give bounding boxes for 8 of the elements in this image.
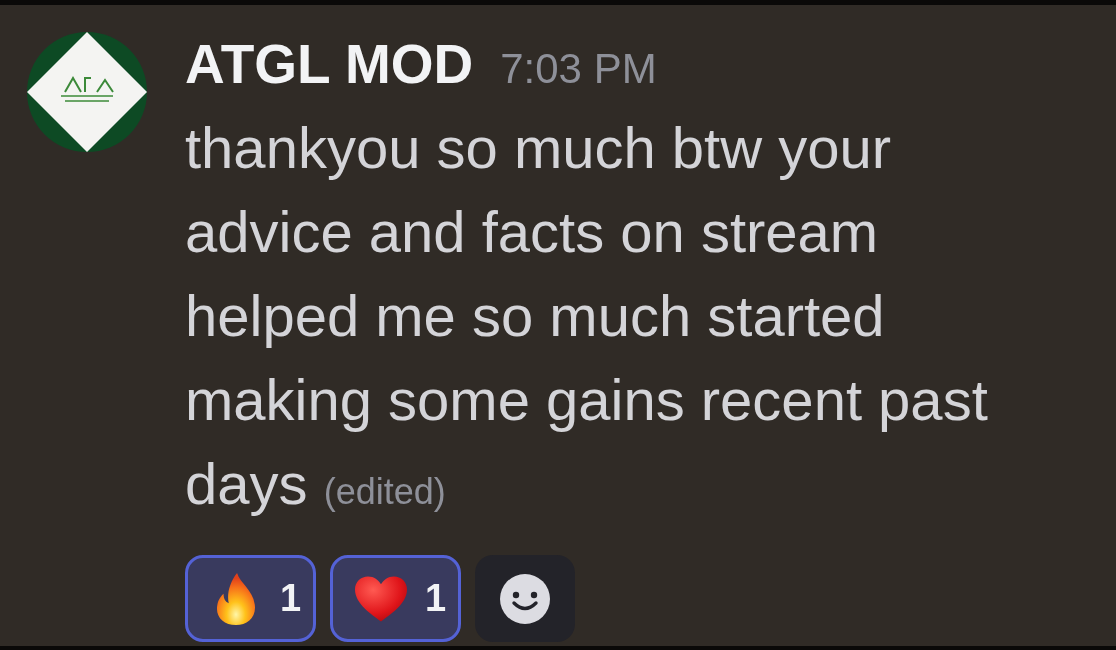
add-reaction-button[interactable] bbox=[475, 555, 575, 642]
reaction-button[interactable]: 1 bbox=[330, 555, 461, 642]
username[interactable]: ATGL MOD bbox=[185, 32, 474, 96]
timestamp: 7:03 PM bbox=[500, 44, 657, 94]
reaction-button[interactable]: 1 bbox=[185, 555, 316, 642]
message-text: thankyou so much btw your advice and facts on stream helped me so much started making some gains recent past days (edited) bbox=[185, 114, 989, 518]
smiley-icon bbox=[500, 573, 550, 624]
avatar-logo-icon bbox=[27, 32, 147, 152]
